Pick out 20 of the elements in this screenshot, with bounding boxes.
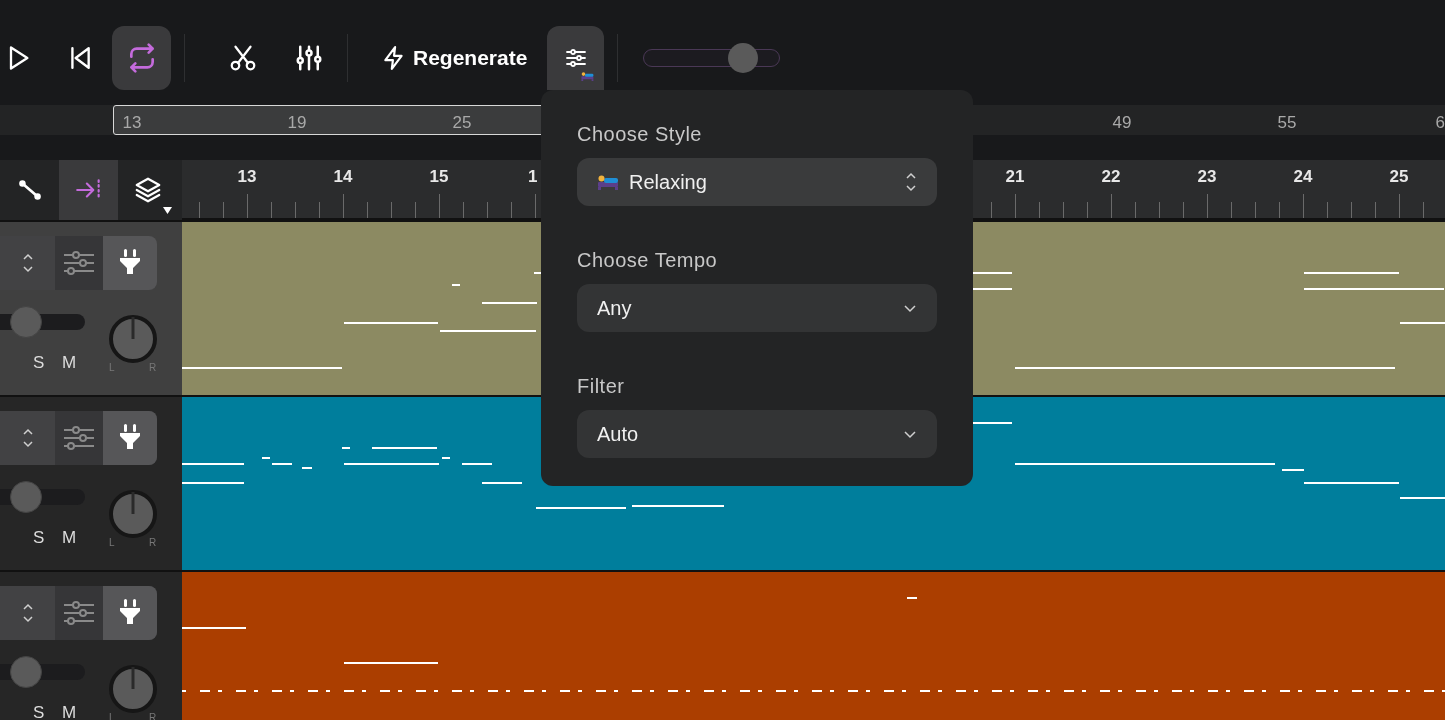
ruler-label: 25 [452, 112, 472, 134]
bar-number: 14 [333, 166, 353, 188]
field-label: Filter [577, 376, 626, 396]
bar-number: 23 [1197, 166, 1217, 188]
bar-number: 13 [237, 166, 257, 188]
bar-number: 1 [528, 166, 538, 188]
bar-number: 22 [1101, 166, 1121, 188]
ruler-label: 55 [1277, 112, 1297, 134]
ruler-label: 6 [1435, 112, 1445, 134]
bar-number: 15 [429, 166, 449, 188]
bar-number: 21 [1005, 166, 1025, 188]
field-label: Choose Style [577, 124, 703, 144]
ruler-label: 19 [287, 112, 307, 134]
ruler-label: 49 [1112, 112, 1132, 134]
bar-number: 24 [1293, 166, 1313, 188]
field-label: Choose Tempo [577, 250, 719, 270]
pan-right-label: R [149, 538, 157, 548]
ruler-label: 13 [122, 112, 142, 134]
pan-left-label: L [109, 538, 115, 548]
bar-number: 25 [1389, 166, 1409, 188]
